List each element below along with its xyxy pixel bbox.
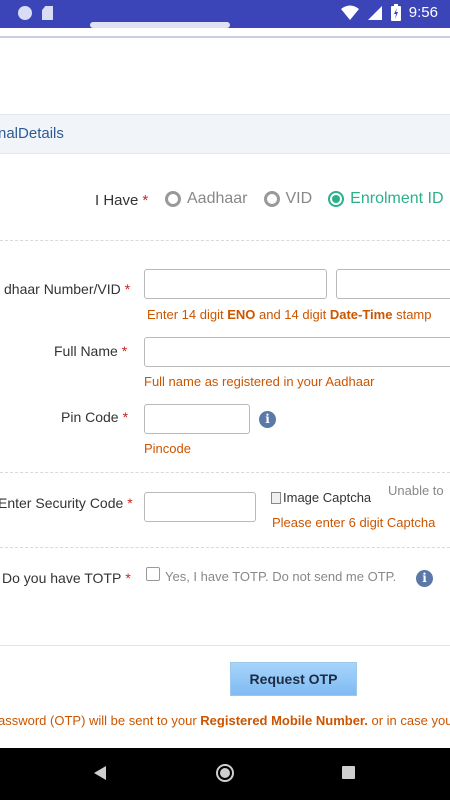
- radio-aadhaar[interactable]: Aadhaar: [165, 190, 248, 208]
- sd-card-icon: [42, 6, 53, 20]
- id-type-radio-group: Aadhaar VID Enrolment ID: [165, 190, 444, 208]
- divider: [0, 547, 450, 548]
- aadhaar-number-label: dhaar Number/VID *: [4, 281, 131, 297]
- app-dot-icon: [18, 6, 32, 20]
- required-mark: *: [142, 192, 149, 209]
- radio-circle-icon: [263, 191, 280, 207]
- broken-image-icon: [271, 491, 281, 504]
- totp-checkbox-label: Yes, I have TOTP. Do not send me OTP.: [165, 569, 397, 584]
- eno-input[interactable]: [144, 269, 327, 299]
- recent-apps-icon[interactable]: [342, 766, 355, 779]
- status-time: 9:56: [408, 4, 438, 21]
- section-header: nalDetails: [0, 114, 450, 154]
- totp-label: Do you have TOTP *: [2, 570, 131, 586]
- radio-checked-icon: [328, 191, 345, 207]
- aadhaar-number-hint: Enter 14 digit ENO and 14 digit Date-Tim…: [147, 307, 432, 322]
- radio-vid[interactable]: VID: [263, 190, 312, 208]
- back-icon[interactable]: [94, 766, 106, 780]
- radio-circle-icon: [165, 191, 181, 207]
- captcha-refresh-link[interactable]: Unable to: [388, 483, 444, 498]
- signal-icon: [367, 5, 382, 20]
- battery-icon: [390, 4, 401, 21]
- otp-footer-note: assword (OTP) will be sent to your Regis…: [0, 713, 450, 728]
- pin-code-hint: Pincode: [144, 441, 191, 456]
- datetime-stamp-input[interactable]: [336, 269, 450, 299]
- security-code-hint: Please enter 6 digit Captcha: [272, 515, 436, 530]
- wifi-icon: [340, 5, 359, 20]
- section-title: nalDetails: [0, 125, 64, 142]
- home-icon[interactable]: [216, 764, 234, 782]
- totp-checkbox[interactable]: [146, 567, 160, 581]
- page-top-strip: [0, 22, 450, 38]
- request-otp-button[interactable]: Request OTP: [230, 662, 357, 696]
- info-icon[interactable]: i: [416, 570, 433, 587]
- pin-code-label: Pin Code *: [61, 409, 129, 425]
- captcha-image: Image Captcha: [271, 490, 371, 505]
- full-name-input[interactable]: [144, 337, 450, 367]
- security-code-label: Enter Security Code *: [0, 495, 133, 511]
- divider: [0, 240, 450, 241]
- divider: [0, 645, 450, 646]
- info-icon[interactable]: i: [259, 411, 276, 428]
- i-have-label: I Have *: [95, 192, 149, 209]
- full-name-label: Full Name *: [54, 343, 128, 359]
- divider: [0, 472, 450, 473]
- full-name-hint: Full name as registered in your Aadhaar: [144, 374, 375, 389]
- radio-enrolment-id[interactable]: Enrolment ID: [328, 190, 444, 208]
- navigation-bar: [0, 748, 450, 800]
- pin-code-input[interactable]: [144, 404, 250, 434]
- security-code-input[interactable]: [144, 492, 256, 522]
